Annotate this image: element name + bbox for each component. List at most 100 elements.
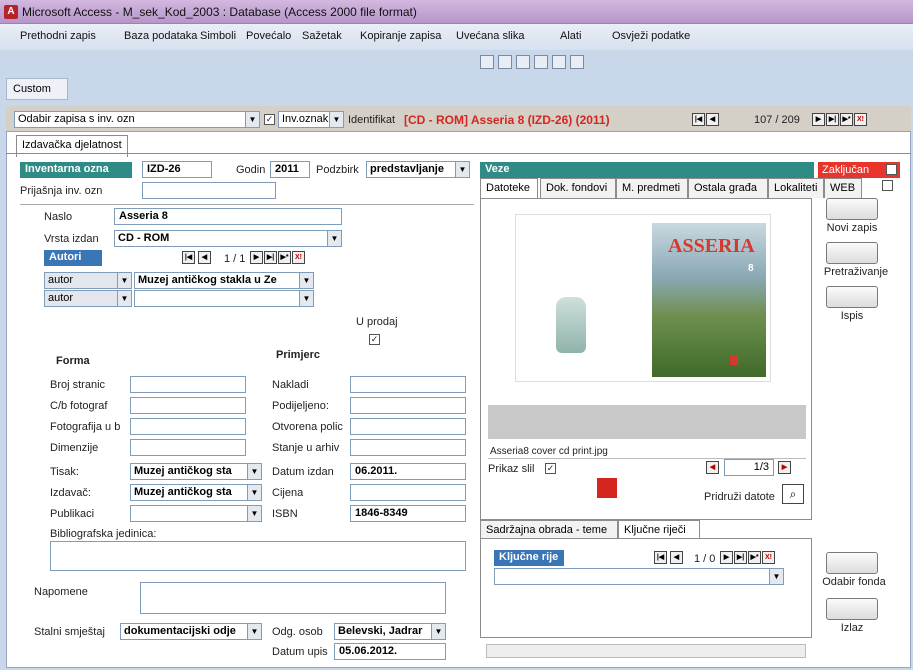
godina-field[interactable]: 2011 [270, 161, 310, 178]
kljucne-prev-button[interactable]: ◀ [670, 551, 683, 564]
kljucne-next-button[interactable]: ▶ [720, 551, 733, 564]
veze-tabs: Datoteke Dok. fondovi M. predmeti Ostala… [480, 178, 880, 200]
pretrazivanje-button[interactable] [826, 242, 878, 264]
image-next-button[interactable]: ▶ [778, 461, 791, 474]
menu-osvjezi-podatke[interactable]: Osvježi podatke [612, 30, 690, 42]
isbn-field[interactable]: 1846-8349 [350, 505, 466, 522]
podijeljeno-field[interactable] [350, 397, 466, 414]
autori-last-button[interactable]: ▶| [264, 251, 277, 264]
autor-name-combo[interactable]: Muzej antičkog stakla u Ze ▼ [134, 272, 314, 289]
access-app-icon: A [4, 5, 18, 19]
primjerci-label: Primjerc [276, 349, 321, 361]
autor-name-combo[interactable]: ▼ [134, 290, 314, 307]
web-checkbox[interactable] [882, 180, 893, 191]
last-record-button[interactable]: ▶| [826, 113, 839, 126]
window-title: Microsoft Access - M_sek_Kod_2003 : Data… [22, 5, 417, 19]
kljucne-new-button[interactable]: ▶* [748, 551, 761, 564]
naklada-field[interactable] [350, 376, 466, 393]
menu-kopiranje-zapisa[interactable]: Kopiranje zapisa [360, 30, 441, 42]
delete-record-button[interactable]: X! [854, 113, 867, 126]
autor-role-combo[interactable]: autor ▼ [44, 272, 132, 289]
izdavac-label: Izdavač: [50, 487, 91, 499]
naslov-field[interactable]: Asseria 8 [114, 208, 342, 225]
copy-icon[interactable] [498, 55, 512, 69]
menu-prethodni-zapis[interactable]: Prethodni zapis [20, 30, 96, 42]
izdavac-combo[interactable]: Muzej antičkog sta ▼ [130, 484, 262, 501]
window-icon[interactable] [570, 55, 584, 69]
ispis-button[interactable] [826, 286, 878, 308]
inv-oznaka-combo[interactable]: Inv.oznak ▼ [278, 111, 344, 128]
custom-toolbar[interactable]: Custom [6, 78, 68, 100]
horizontal-scrollbar[interactable] [486, 644, 806, 658]
prijasnja-field[interactable] [142, 182, 276, 199]
napomene-field[interactable] [140, 582, 446, 614]
tab-ostala-grada[interactable]: Ostala građa [688, 178, 768, 198]
autori-prev-button[interactable]: ◀ [198, 251, 211, 264]
publikacija-combo[interactable]: ▼ [130, 505, 262, 522]
record-select-combo[interactable]: Odabir zapisa s inv. ozn ▼ [14, 111, 260, 128]
izlaz-button[interactable] [826, 598, 878, 620]
autori-first-button[interactable]: |◀ [182, 251, 195, 264]
stalni-smjestaj-combo[interactable]: dokumentacijski odje ▼ [120, 623, 262, 640]
vrsta-combo[interactable]: CD - ROM ▼ [114, 230, 342, 247]
fotografija-field[interactable] [130, 418, 246, 435]
tab-m-predmeti[interactable]: M. predmeti [616, 178, 688, 198]
novi-zapis-button[interactable] [826, 198, 878, 220]
dimenzije-field[interactable] [130, 439, 246, 456]
forma-field-label: Fotografija u b [50, 421, 121, 433]
stanje-arhiv-field[interactable] [350, 439, 466, 456]
red-marker [730, 355, 738, 365]
image-prev-button[interactable]: ◀ [706, 461, 719, 474]
menu-baza-podataka[interactable]: Baza podataka [124, 30, 197, 42]
autori-new-button[interactable]: ▶* [278, 251, 291, 264]
tab-datoteke[interactable]: Datoteke [480, 178, 538, 200]
divider [20, 204, 474, 205]
broj-stranica-field[interactable] [130, 376, 246, 393]
odg-osoba-combo[interactable]: Belevski, Jadrar ▼ [334, 623, 446, 640]
menu-uvecana-slika[interactable]: Uvećana slika [456, 30, 524, 42]
search-icon[interactable]: ⌕ [782, 484, 804, 504]
biblio-label: Bibliografska jedinica: [50, 528, 157, 540]
datum-izdanja-field[interactable]: 06.2011. [350, 463, 466, 480]
u-prodaji-checkbox[interactable]: ✓ [369, 334, 380, 345]
kljucne-delete-button[interactable]: X! [762, 551, 775, 564]
tab-lokaliteti[interactable]: Lokaliteti [768, 178, 824, 198]
paste-icon[interactable] [516, 55, 530, 69]
format-icon[interactable] [534, 55, 548, 69]
chevron-down-icon: ▼ [329, 112, 343, 127]
kljucne-last-button[interactable]: ▶| [734, 551, 747, 564]
kljucne-first-button[interactable]: |◀ [654, 551, 667, 564]
autor-role-combo[interactable]: autor ▼ [44, 290, 132, 307]
tab-dok-fondovi[interactable]: Dok. fondovi [540, 178, 616, 198]
autori-next-button[interactable]: ▶ [250, 251, 263, 264]
cijena-field[interactable] [350, 484, 466, 501]
inventarna-label: Inventarna ozna [20, 162, 132, 178]
podzbirka-combo[interactable]: predstavljanje ▼ [366, 161, 470, 178]
prikaz-slike-checkbox[interactable]: ✓ [545, 463, 556, 474]
cb-fotografije-field[interactable] [130, 397, 246, 414]
zakljucan-checkbox[interactable] [886, 164, 897, 175]
prev-record-button[interactable]: ◀ [706, 113, 719, 126]
first-record-button[interactable]: |◀ [692, 113, 705, 126]
menu-povecalo[interactable]: Povećalo [246, 30, 291, 42]
tab-web[interactable]: WEB [824, 178, 862, 198]
cut-icon[interactable] [480, 55, 494, 69]
tisak-combo[interactable]: Muzej antičkog sta ▼ [130, 463, 262, 480]
biblio-field[interactable] [50, 541, 466, 571]
datum-upisa-field[interactable]: 05.06.2012. [334, 643, 446, 660]
exclamation-icon[interactable] [552, 55, 566, 69]
delete-image-icon[interactable] [597, 478, 617, 498]
otvorena-polica-field[interactable] [350, 418, 466, 435]
new-record-button[interactable]: ▶* [840, 113, 853, 126]
inventarna-field[interactable]: IZD-26 [142, 161, 212, 178]
inv-checkbox[interactable]: ✓ [264, 114, 275, 125]
menu-sazetak[interactable]: Sažetak [302, 30, 342, 42]
menu-alati[interactable]: Alati [560, 30, 581, 42]
odabir-fonda-button[interactable] [826, 552, 878, 574]
next-record-button[interactable]: ▶ [812, 113, 825, 126]
kljucne-combo[interactable]: ▼ [494, 568, 784, 585]
tab-sadrzajna-obrada[interactable]: Sadržajna obrada - teme [480, 520, 618, 540]
autori-delete-button[interactable]: X! [292, 251, 305, 264]
isbn-label: ISBN [272, 508, 298, 520]
menu-simboli[interactable]: Simboli [200, 30, 236, 42]
